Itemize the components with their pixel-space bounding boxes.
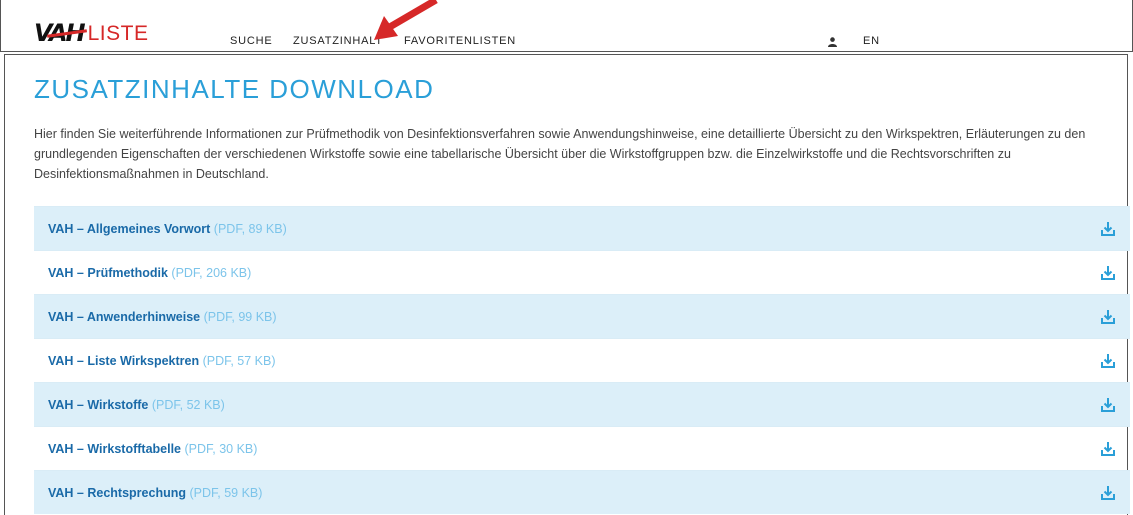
download-label[interactable]: VAH – Wirkstofftabelle (PDF, 30 KB)	[48, 442, 257, 456]
download-meta: (PDF, 52 KB)	[151, 397, 225, 412]
intro-text: Hier finden Sie weiterführende Informati…	[34, 127, 1086, 181]
top-bar	[0, 0, 1133, 52]
red-arrow-annotation	[374, 0, 438, 40]
download-label[interactable]: VAH – Anwenderhinweise (PDF, 99 KB)	[48, 310, 277, 324]
download-icon[interactable]	[1100, 441, 1116, 457]
download-row[interactable]: VAH – Prüfmethodik (PDF, 206 KB)	[34, 250, 1130, 294]
download-label[interactable]: VAH – Wirkstoffe (PDF, 52 KB)	[48, 398, 225, 412]
download-label[interactable]: VAH – Allgemeines Vorwort (PDF, 89 KB)	[48, 222, 287, 236]
logo-liste-text: LISTE	[87, 22, 149, 45]
download-name[interactable]: VAH – Wirkstoffe	[48, 398, 148, 412]
download-name[interactable]: VAH – Anwenderhinweise	[48, 310, 200, 324]
download-name[interactable]: VAH – Prüfmethodik	[48, 266, 168, 280]
download-label[interactable]: VAH – Liste Wirkspektren (PDF, 57 KB)	[48, 354, 276, 368]
user-icon[interactable]	[828, 37, 837, 47]
download-meta: (PDF, 89 KB)	[213, 221, 287, 236]
download-meta: (PDF, 57 KB)	[202, 353, 276, 368]
download-row[interactable]: VAH – Liste Wirkspektren (PDF, 57 KB)	[34, 338, 1130, 382]
download-name[interactable]: VAH – Liste Wirkspektren	[48, 354, 199, 368]
download-icon[interactable]	[1100, 309, 1116, 325]
download-label[interactable]: VAH – Rechtsprechung (PDF, 59 KB)	[48, 486, 262, 500]
vah-liste-logo[interactable]: VAH LISTE	[34, 21, 148, 45]
nav-item-suche[interactable]: SUCHE	[230, 35, 273, 47]
download-row[interactable]: VAH – Allgemeines Vorwort (PDF, 89 KB)	[34, 206, 1130, 250]
download-name[interactable]: VAH – Rechtsprechung	[48, 486, 186, 500]
language-switch[interactable]: EN	[863, 35, 880, 47]
download-row[interactable]: VAH – Wirkstoffe (PDF, 52 KB)	[34, 382, 1130, 426]
download-row[interactable]: VAH – Rechtsprechung (PDF, 59 KB)	[34, 470, 1130, 514]
download-meta: (PDF, 206 KB)	[171, 265, 252, 280]
download-meta: (PDF, 30 KB)	[184, 441, 258, 456]
download-meta: (PDF, 59 KB)	[189, 485, 263, 500]
download-icon[interactable]	[1100, 221, 1116, 237]
download-meta: (PDF, 99 KB)	[203, 309, 277, 324]
download-icon[interactable]	[1100, 353, 1116, 369]
download-icon[interactable]	[1100, 485, 1116, 501]
download-row[interactable]: VAH – Anwenderhinweise (PDF, 99 KB)	[34, 294, 1130, 338]
download-name[interactable]: VAH – Wirkstofftabelle	[48, 442, 181, 456]
download-list: VAH – Allgemeines Vorwort (PDF, 89 KB) VA…	[34, 206, 1130, 514]
download-label[interactable]: VAH – Prüfmethodik (PDF, 206 KB)	[48, 266, 251, 280]
page-title: ZUSATZINHALTE DOWNLOAD	[34, 74, 435, 104]
download-name[interactable]: VAH – Allgemeines Vorwort	[48, 222, 210, 236]
download-row[interactable]: VAH – Wirkstofftabelle (PDF, 30 KB)	[34, 426, 1130, 470]
download-icon[interactable]	[1100, 265, 1116, 281]
download-icon[interactable]	[1100, 397, 1116, 413]
